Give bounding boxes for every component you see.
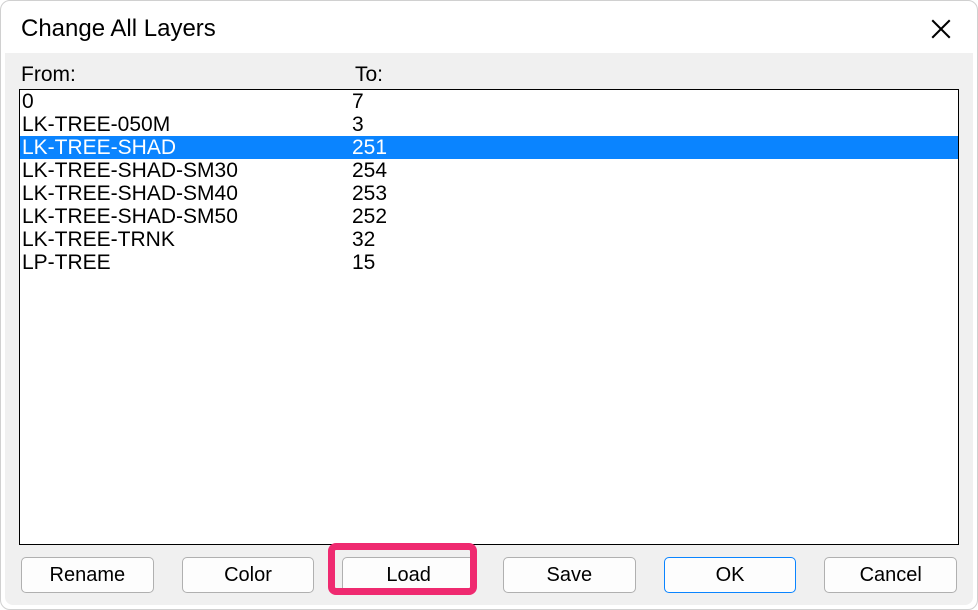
layer-row[interactable]: LK-TREE-TRNK32 — [20, 228, 958, 251]
layer-to-cell: 32 — [352, 228, 956, 251]
layer-from-cell: LK-TREE-TRNK — [22, 228, 352, 251]
layer-row[interactable]: LK-TREE-SHAD-SM50252 — [20, 205, 958, 228]
dialog-content: From: To: 07LK-TREE-050M3LK-TREE-SHAD251… — [5, 53, 973, 605]
ok-button[interactable]: OK — [664, 557, 797, 593]
dialog-title: Change All Layers — [21, 15, 216, 43]
layer-row[interactable]: LK-TREE-SHAD251 — [20, 136, 958, 159]
close-button[interactable] — [923, 11, 959, 47]
layer-from-cell: LK-TREE-SHAD-SM30 — [22, 159, 352, 182]
layer-from-cell: LP-TREE — [22, 251, 352, 274]
layer-row[interactable]: LK-TREE-SHAD-SM40253 — [20, 182, 958, 205]
change-all-layers-dialog: Change All Layers From: To: 07LK-TREE-05… — [0, 0, 978, 610]
column-headers: From: To: — [19, 63, 959, 87]
layer-from-cell: LK-TREE-050M — [22, 113, 352, 136]
layer-from-cell: LK-TREE-SHAD-SM40 — [22, 182, 352, 205]
cancel-button[interactable]: Cancel — [824, 557, 957, 593]
header-to: To: — [355, 63, 957, 87]
layer-to-cell: 15 — [352, 251, 956, 274]
layer-to-cell: 3 — [352, 113, 956, 136]
layer-from-cell: 0 — [22, 90, 352, 113]
header-from: From: — [21, 63, 355, 87]
save-button[interactable]: Save — [503, 557, 636, 593]
titlebar: Change All Layers — [1, 1, 977, 53]
layer-row[interactable]: LP-TREE15 — [20, 251, 958, 274]
layer-to-cell: 252 — [352, 205, 956, 228]
button-row: Rename Color Load Save OK Cancel — [19, 557, 959, 593]
close-icon — [931, 19, 951, 39]
layer-to-cell: 251 — [352, 136, 956, 159]
layer-to-cell: 7 — [352, 90, 956, 113]
load-button[interactable]: Load — [342, 557, 475, 593]
layer-to-cell: 253 — [352, 182, 956, 205]
layer-mapping-list[interactable]: 07LK-TREE-050M3LK-TREE-SHAD251LK-TREE-SH… — [19, 89, 959, 545]
layer-to-cell: 254 — [352, 159, 956, 182]
rename-button[interactable]: Rename — [21, 557, 154, 593]
layer-from-cell: LK-TREE-SHAD — [22, 136, 352, 159]
layer-row[interactable]: LK-TREE-SHAD-SM30254 — [20, 159, 958, 182]
color-button[interactable]: Color — [182, 557, 315, 593]
layer-row[interactable]: LK-TREE-050M3 — [20, 113, 958, 136]
layer-from-cell: LK-TREE-SHAD-SM50 — [22, 205, 352, 228]
layer-row[interactable]: 07 — [20, 90, 958, 113]
